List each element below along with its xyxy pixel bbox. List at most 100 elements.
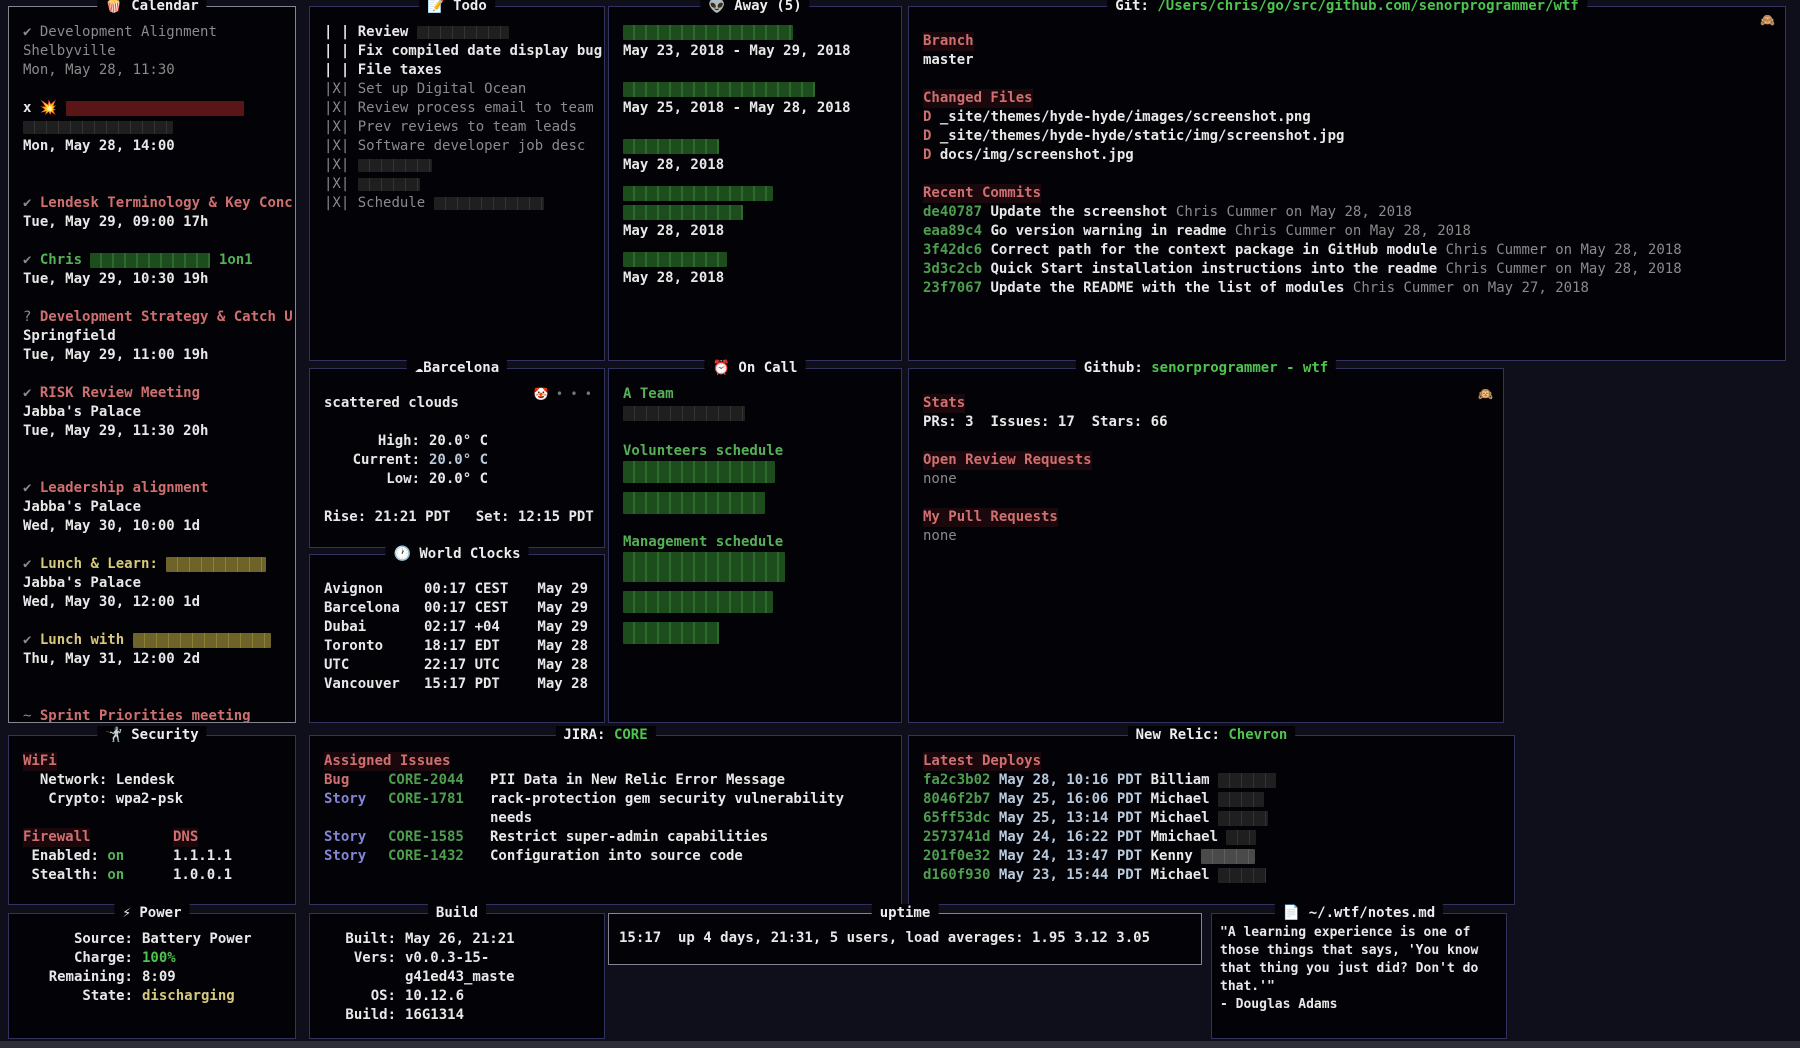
build-vers-label: Vers:	[324, 949, 396, 987]
todo-item-text: Review process email to team	[358, 100, 594, 116]
clock-time: 22:17 UTC	[424, 656, 536, 675]
issue-summary: Restrict super-admin capabilities	[490, 828, 887, 847]
todo-checkbox[interactable]: | |	[324, 24, 349, 40]
commit-hash: 3d3c2cb	[923, 261, 982, 277]
event-title: Lunch & Learn:	[40, 556, 158, 572]
git-changed-file: D docs/img/screenshot.jpg	[923, 146, 1771, 165]
build-panel-title: Build	[428, 904, 486, 923]
build-os-label: OS:	[324, 987, 396, 1006]
event-marker: ✔	[23, 556, 31, 572]
redacted-todo	[434, 197, 544, 210]
todo-panel[interactable]: 📝 Todo | | Review | | Fix compiled date …	[309, 6, 605, 361]
power-charge-value: 100%	[142, 949, 281, 968]
calendar-event: ~ Sprint Priorities meeting Jabba's Pala…	[23, 707, 281, 722]
deploy-who: Mmichael	[1151, 829, 1218, 845]
calendar-panel-title: 🍿 Calendar	[97, 0, 206, 16]
clock-row: UTC22:17 UTCMay 28	[324, 656, 590, 675]
issue-key[interactable]: CORE-1781	[388, 790, 490, 828]
todo-title-text: Todo	[453, 0, 487, 14]
git-branch-value: master	[923, 51, 1771, 70]
redacted-surname	[1218, 792, 1264, 807]
notes-body[interactable]: "A learning experience is one of those t…	[1212, 914, 1506, 1038]
file-path: docs/img/screenshot.jpg	[940, 147, 1134, 163]
issue-key[interactable]: CORE-1432	[388, 847, 490, 866]
new-relic-panel[interactable]: New Relic: Chevron Latest Deploys fa2c3b…	[908, 735, 1515, 905]
issue-key[interactable]: CORE-1585	[388, 828, 490, 847]
file-path: _site/themes/hyde-hyde/images/screenshot…	[940, 109, 1311, 125]
commit-meta: Chris Cummer on May 27, 2018	[1353, 280, 1589, 296]
build-title-text: Build	[436, 905, 478, 921]
notes-panel-title: 📄 ~/.wtf/notes.md	[1275, 904, 1443, 923]
power-title-text: Power	[139, 905, 181, 921]
calendar-title-text: Calendar	[131, 0, 198, 14]
network-label: Network:	[40, 772, 107, 788]
todo-checkbox[interactable]: |X|	[324, 119, 349, 135]
clock-time: 18:17 EDT	[424, 637, 536, 656]
issue-key[interactable]: CORE-2044	[388, 771, 490, 790]
jira-issue-row: StoryCORE-1781rack-protection gem securi…	[324, 790, 887, 828]
git-branch-label: Branch	[923, 32, 974, 51]
todo-checkbox[interactable]: | |	[324, 43, 349, 59]
event-title: Lunch with	[40, 632, 124, 648]
github-repo-name: senorprogrammer - wtf	[1151, 360, 1328, 376]
todo-item-text: Set up Digital Ocean	[358, 81, 527, 97]
notes-panel[interactable]: 📄 ~/.wtf/notes.md "A learning experience…	[1211, 913, 1507, 1039]
event-marker: ✔	[23, 195, 31, 211]
calendar-panel[interactable]: 🍿 Calendar ✔ Development Alignment Shelb…	[8, 6, 296, 723]
uptime-title-text: uptime	[880, 905, 931, 921]
event-title-suffix: 1on1	[219, 252, 253, 268]
todo-checkbox[interactable]: |X|	[324, 176, 349, 192]
jira-panel[interactable]: JIRA: CORE Assigned Issues BugCORE-2044P…	[309, 735, 902, 905]
on-call-panel[interactable]: ⏰ On Call A Team Volunteers schedule Man…	[608, 368, 902, 723]
sunset-label: Set:	[476, 509, 510, 525]
security-panel[interactable]: 🤺 Security WiFi Network: Lendesk Crypto:…	[8, 735, 296, 905]
uptime-panel[interactable]: uptime 15:17 up 4 days, 21:31, 5 users, …	[608, 913, 1202, 965]
todo-checkbox[interactable]: |X|	[324, 157, 349, 173]
redacted-person-name	[623, 252, 727, 267]
commit-meta: Chris Cummer on May 28, 2018	[1176, 204, 1412, 220]
todo-checkbox[interactable]: |X|	[324, 81, 349, 97]
event-location: Jabba's Palace	[23, 498, 281, 517]
redacted-person-name	[623, 186, 773, 201]
clock-date: May 28	[536, 637, 590, 656]
jira-body: Assigned Issues BugCORE-2044PII Data in …	[310, 736, 901, 904]
clock-date: May 29	[536, 618, 590, 637]
event-marker: x	[23, 100, 31, 116]
todo-checkbox[interactable]: |X|	[324, 100, 349, 116]
event-marker: ✔	[23, 252, 31, 268]
jira-assigned-label: Assigned Issues	[324, 752, 450, 771]
git-commit: 23f7067 Update the README with the list …	[923, 279, 1771, 298]
build-panel[interactable]: Build Built:May 26, 21:21 Vers:v0.0.3-15…	[309, 913, 605, 1039]
world-clocks-panel[interactable]: 🕐 World Clocks Avignon00:17 CESTMay 29 B…	[309, 554, 605, 723]
git-panel-title: Git: /Users/chris/go/src/github.com/seno…	[1107, 0, 1587, 16]
weather-panel[interactable]: ☁Barcelona 🤡 • • • scattered clouds High…	[309, 368, 605, 548]
sunrise-value: 21:21 PDT	[375, 509, 451, 525]
todo-checkbox[interactable]: |X|	[324, 138, 349, 154]
calendar-event: ✔ Lunch & Learn: Jabba's Palace Wed, May…	[23, 555, 281, 612]
todo-body: | | Review | | Fix compiled date display…	[310, 7, 604, 360]
power-remaining-label: Remaining:	[23, 968, 133, 987]
notes-line: that thing you just did? Don't do	[1220, 960, 1498, 978]
jira-project-name: CORE	[614, 727, 648, 743]
commit-message: Update the screenshot	[990, 204, 1167, 220]
away-panel[interactable]: 👽 Away (5) May 23, 2018 - May 29, 2018 M…	[608, 6, 902, 361]
redacted-person-name	[623, 25, 793, 40]
issue-type: Story	[324, 828, 388, 847]
github-panel[interactable]: Github: senorprogrammer - wtf 🙉 Stats PR…	[908, 368, 1504, 723]
dns-label: DNS	[173, 828, 198, 847]
redacted-schedule	[623, 461, 775, 483]
todo-checkbox[interactable]: | |	[324, 62, 349, 78]
away-dates: May 28, 2018	[623, 269, 887, 288]
todo-checkbox[interactable]: |X|	[324, 195, 349, 211]
redacted-name	[90, 253, 210, 268]
git-panel[interactable]: Git: /Users/chris/go/src/github.com/seno…	[908, 6, 1786, 361]
clock-time: 00:17 CEST	[424, 580, 536, 599]
commit-message: Quick Start installation instructions in…	[990, 261, 1437, 277]
event-time: Wed, May 30, 10:00 1d	[23, 517, 281, 536]
jira-issue-row: StoryCORE-1585Restrict super-admin capab…	[324, 828, 887, 847]
power-panel[interactable]: ⚡ Power Source:Battery Power Charge:100%…	[8, 913, 296, 1039]
clock-city: Vancouver	[324, 675, 424, 694]
git-body: Branch master Changed Files D _site/them…	[909, 7, 1785, 360]
on-call-management-label: Management schedule	[623, 533, 887, 552]
world-clocks-title-text: World Clocks	[419, 546, 520, 562]
